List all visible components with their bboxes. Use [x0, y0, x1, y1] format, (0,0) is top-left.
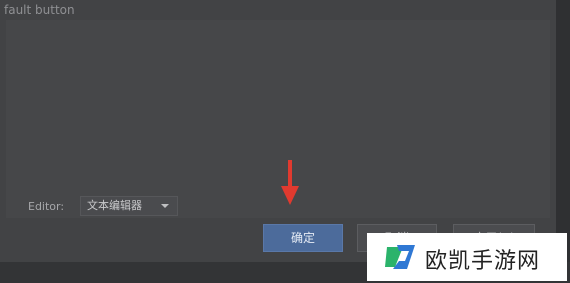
editor-label: Editor:	[28, 200, 65, 213]
dialog-description: fault button	[4, 3, 75, 17]
chevron-down-icon	[161, 204, 169, 208]
red-arrow-icon	[281, 160, 299, 205]
watermark-badge: 欧凯手游网	[367, 233, 567, 281]
ok-button[interactable]: 确定	[263, 224, 343, 252]
editor-select-value: 文本编辑器	[87, 199, 142, 212]
content-panel	[6, 20, 550, 218]
watermark-logo-icon	[385, 245, 415, 269]
settings-dialog: fault button Editor: 文本编辑器 确定 取消 应用(A)	[0, 0, 556, 262]
watermark-text: 欧凯手游网	[425, 249, 541, 274]
editor-select[interactable]: 文本编辑器	[80, 196, 178, 216]
